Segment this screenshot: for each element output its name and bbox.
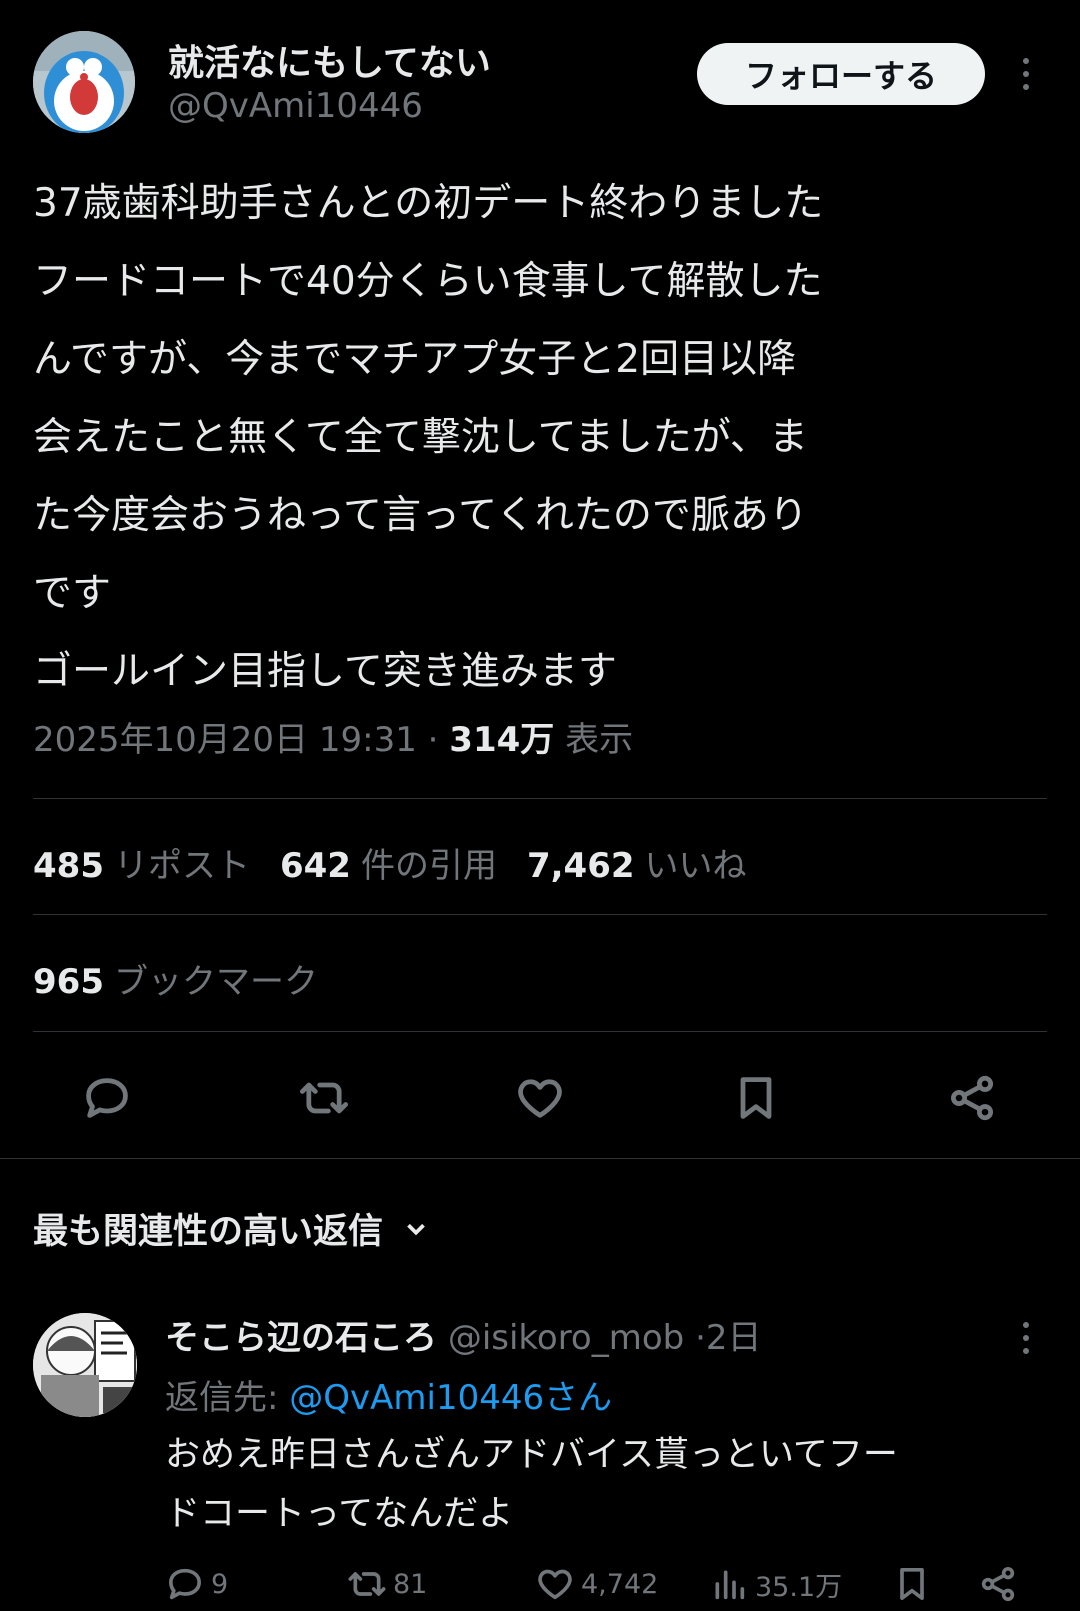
share-icon[interactable] xyxy=(942,1068,1002,1128)
quotes-label: 件の引用 xyxy=(360,846,497,886)
more-icon[interactable] xyxy=(1016,1322,1036,1354)
reposts-label: リポスト xyxy=(113,846,250,886)
likes-stat[interactable]: 7,462 いいね xyxy=(527,838,747,887)
like-icon xyxy=(538,1569,572,1600)
reply-reply-button[interactable]: 9 xyxy=(165,1564,228,1604)
reply-view-count: 35.1万 xyxy=(755,1571,843,1603)
reply-like-button[interactable]: 4,742 xyxy=(535,1564,658,1604)
reply-icon xyxy=(169,1568,202,1600)
bookmark-icon[interactable] xyxy=(892,1564,932,1604)
likes-label: いいね xyxy=(644,846,747,886)
like-icon[interactable] xyxy=(510,1068,570,1128)
reposts-count: 485 xyxy=(33,846,104,886)
author-name[interactable]: 就活なにもしてない xyxy=(168,34,491,86)
reply-text-line: ドコートってなんだよ xyxy=(165,1494,514,1534)
post-datetime[interactable]: 2025年10月20日 19:31 xyxy=(33,720,417,760)
chevron-down-icon xyxy=(407,1223,425,1235)
post-text-line: ゴールイン目指して突き進みます xyxy=(33,649,617,694)
meta-separator: · xyxy=(427,720,439,760)
bookmarks-label: ブックマーク xyxy=(113,962,318,1002)
reply-header: そこら辺の石ころ @isikoro_mob ·2日 xyxy=(165,1310,762,1359)
divider xyxy=(33,798,1047,799)
post-text-line: 会えたこと無くて全て撃沈してましたが、ま xyxy=(33,415,808,460)
reply-repost-button[interactable]: 81 xyxy=(347,1564,427,1604)
replies-sort-label: 最も関連性の高い返信 xyxy=(33,1212,384,1252)
post-meta: 2025年10月20日 19:31 · 314万 表示 xyxy=(33,712,633,761)
bookmark-icon[interactable] xyxy=(726,1068,786,1128)
divider xyxy=(33,914,1047,915)
reply-like-count: 4,742 xyxy=(581,1568,659,1600)
post-text-line: です xyxy=(33,571,112,616)
reply-reply-count: 9 xyxy=(211,1568,229,1600)
post-text: 37歳歯科助手さんとの初デート終わりました フードコートで40分くらい食事して解… xyxy=(33,165,1053,711)
reply-author-avatar[interactable] xyxy=(33,1313,137,1417)
quotes-count: 642 xyxy=(279,846,351,886)
reply-views-button[interactable]: 35.1万 xyxy=(709,1564,842,1604)
reply-to-handle[interactable]: @QvAmi10446さん xyxy=(289,1378,612,1418)
reply-separator: · xyxy=(695,1318,706,1358)
bookmarks-count: 965 xyxy=(33,962,104,1002)
divider xyxy=(33,1031,1047,1032)
bookmark-stats: 965 ブックマーク xyxy=(33,954,318,1003)
section-divider xyxy=(0,1158,1080,1159)
more-icon[interactable] xyxy=(1016,58,1036,90)
post-text-line: んですが、今までマチアプ女子と2回目以降 xyxy=(33,337,797,382)
views-count: 314万 xyxy=(449,720,555,760)
bookmarks-stat[interactable]: 965 ブックマーク xyxy=(33,954,318,1003)
views-label: 表示 xyxy=(565,720,634,760)
author-handle[interactable]: @QvAmi10446 xyxy=(168,86,423,126)
reply-time[interactable]: 2日 xyxy=(706,1318,762,1358)
post-text-line: た今度会おうねって言ってくれたので脈あり xyxy=(33,493,808,538)
reply-repost-count: 81 xyxy=(393,1568,428,1600)
reply-author-name[interactable]: そこら辺の石ころ xyxy=(165,1318,437,1358)
repost-icon[interactable] xyxy=(294,1068,354,1128)
post-text-line: 37歳歯科助手さんとの初デート終わりました xyxy=(33,181,824,226)
reply-to-label: 返信先: xyxy=(165,1378,279,1418)
quotes-stat[interactable]: 642 件の引用 xyxy=(280,838,497,887)
follow-button[interactable]: フォローする xyxy=(697,43,985,105)
likes-count: 7,462 xyxy=(526,846,635,886)
reply-text: おめえ昨日さんざんアドバイス貰っといてフー ドコートってなんだよ xyxy=(165,1426,1045,1544)
replies-sort-dropdown[interactable]: 最も関連性の高い返信 xyxy=(33,1203,431,1254)
engagement-stats: 485 リポスト 642 件の引用 7,462 いいね xyxy=(33,838,747,887)
reposts-stat[interactable]: 485 リポスト xyxy=(33,838,250,887)
reply-to: 返信先: @QvAmi10446さん xyxy=(165,1370,612,1419)
views-icon xyxy=(715,1570,745,1600)
post-text-line: フードコートで40分くらい食事して解散した xyxy=(33,259,823,304)
reply-icon[interactable] xyxy=(77,1068,137,1128)
share-icon[interactable] xyxy=(978,1564,1018,1604)
author-avatar[interactable] xyxy=(33,31,135,133)
reply-author-handle[interactable]: @isikoro_mob xyxy=(448,1318,684,1358)
repost-icon xyxy=(348,1572,386,1596)
reply-text-line: おめえ昨日さんざんアドバイス貰っといてフー xyxy=(165,1435,898,1475)
